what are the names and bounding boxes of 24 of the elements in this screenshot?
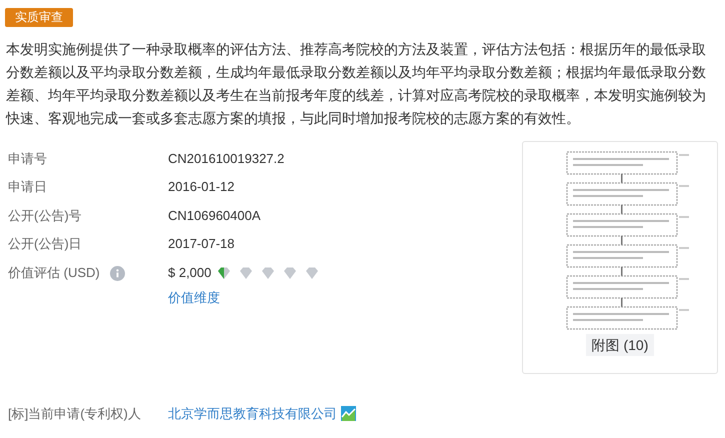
- field-label: 公开(公告)号: [8, 206, 83, 225]
- figure-card[interactable]: 附图 (10): [522, 141, 718, 374]
- info-icon[interactable]: [110, 266, 125, 280]
- rating-diamond-icon: [239, 266, 254, 280]
- field-label: [标]当前申请(专利权)人: [8, 405, 142, 423]
- field-value: $ 2,000: [168, 264, 212, 282]
- field-value: 2016-01-12: [168, 178, 234, 196]
- field-value: CN201610019327.2: [168, 150, 284, 168]
- abstract-text: 本发明实施例提供了一种录取概率的评估方法、推荐高考院校的方法及装置，评估方法包括：根据历年的最低录取分数差额以及平均录取分数差额，生成均年最低录取分数差额以及均年平均录取分数差额；根据均年最低录取分数差额、均年平均录取分数差额以及考生在当前报考年度的线差，计算对应高考院校的录取概率，本发明实施例较为快速、客观地完成一套或多套志愿方案的填报，与此同时增加报考院校的志愿方案的有效性。: [4, 40, 707, 128]
- field-label: 申请号: [8, 150, 48, 168]
- figure-caption: 附图 (10): [586, 334, 654, 356]
- field-label: 申请日: [8, 178, 48, 196]
- field-value: 2017-07-18: [168, 235, 234, 253]
- value-dimension-link[interactable]: 价值维度: [168, 290, 220, 305]
- applicant-link[interactable]: 北京学而思教育科技有限公司: [168, 404, 337, 424]
- trend-chart-icon[interactable]: [341, 406, 356, 422]
- rating-diamond-icon: [261, 266, 276, 280]
- field-label: 公开(公告)日: [8, 235, 83, 253]
- field-value: CN106960400A: [168, 206, 261, 224]
- rating-diamond-icon: [283, 266, 298, 280]
- field-label: 价值评估 (USD): [8, 264, 100, 282]
- rating-diamond-icon: [305, 266, 320, 280]
- status-badge: 实质审查: [5, 8, 73, 27]
- rating-diamond-icon: [217, 266, 232, 280]
